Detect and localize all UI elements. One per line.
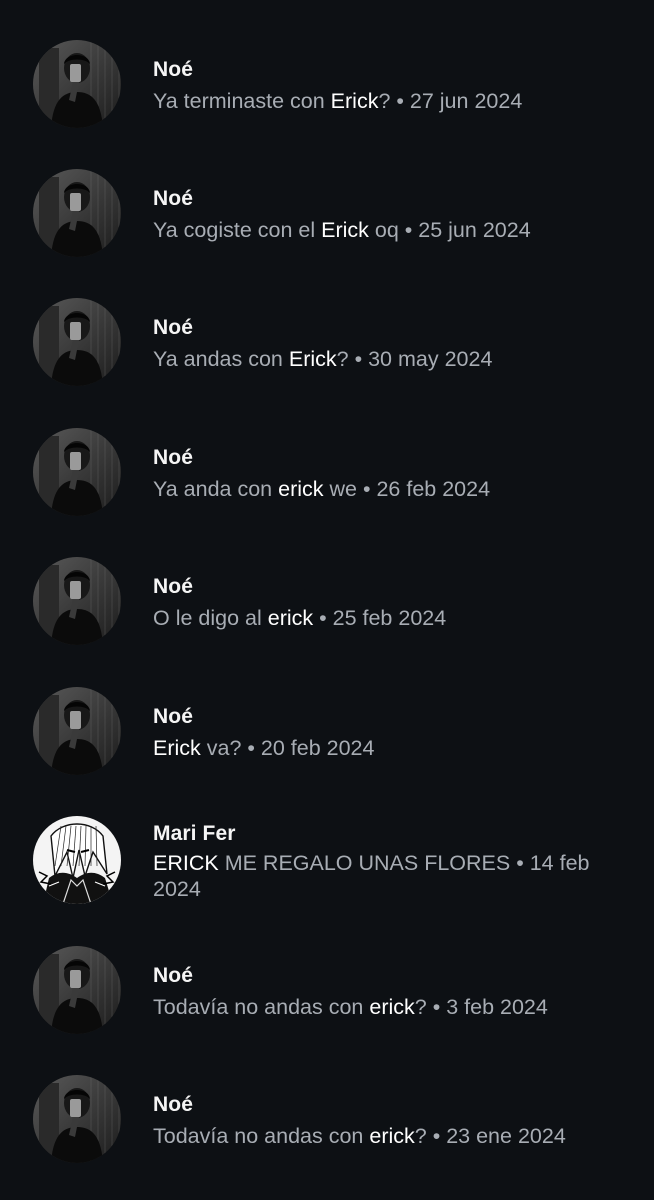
username[interactable]: Mari Fer (153, 822, 633, 846)
snippet-before: Ya andas con (153, 347, 289, 371)
result-text: Noé Todavía no andas con erick? • 3 feb 2… (153, 964, 633, 1020)
message-snippet: Ya anda con erick we • 26 feb 2024 (153, 476, 633, 502)
search-keyword-highlight: Erick (153, 736, 201, 760)
snippet-after: ? (336, 347, 349, 371)
username[interactable]: Noé (153, 446, 633, 470)
message-date: • 20 feb 2024 (241, 736, 375, 760)
snippet-before: Todavía no andas con (153, 1124, 370, 1148)
search-result-item[interactable]: Noé Ya andas con Erick? • 30 may 2024 (0, 298, 654, 408)
username[interactable]: Noé (153, 187, 633, 211)
message-date: • 3 feb 2024 (426, 995, 548, 1019)
avatar[interactable] (33, 816, 121, 904)
message-date: • 23 ene 2024 (426, 1124, 566, 1148)
search-keyword-highlight: ERICK (153, 851, 219, 875)
username[interactable]: Noé (153, 575, 633, 599)
result-text: Noé Erick va? • 20 feb 2024 (153, 705, 633, 761)
search-result-item[interactable]: Noé Ya cogiste con el Erick oq • 25 jun 2… (0, 169, 654, 279)
search-keyword-highlight: erick (369, 1124, 415, 1148)
snippet-before: Todavía no andas con (153, 995, 370, 1019)
search-keyword-highlight: erick (369, 995, 415, 1019)
snippet-after: ME REGALO UNAS FLORES (218, 851, 511, 875)
username[interactable]: Noé (153, 1093, 633, 1117)
username[interactable]: Noé (153, 58, 633, 82)
snippet-before: Ya cogiste con el (153, 218, 322, 242)
avatar[interactable] (33, 687, 121, 775)
result-text: Noé Ya andas con Erick? • 30 may 2024 (153, 316, 633, 372)
avatar[interactable] (33, 946, 121, 1034)
snippet-after: we (323, 477, 358, 501)
search-result-item[interactable]: Noé Ya anda con erick we • 26 feb 2024 (0, 428, 654, 538)
search-result-item[interactable]: Noé O le digo al erick • 25 feb 2024 (0, 557, 654, 667)
message-snippet: Todavía no andas con erick? • 23 ene 202… (153, 1123, 633, 1149)
message-snippet: Ya terminaste con Erick? • 27 jun 2024 (153, 88, 633, 114)
search-result-item[interactable]: Mari Fer ERICK ME REGALO UNAS FLORES • 14… (0, 816, 654, 926)
message-snippet: ERICK ME REGALO UNAS FLORES • 14 feb 202… (153, 850, 633, 902)
avatar[interactable] (33, 557, 121, 645)
result-text: Noé Ya terminaste con Erick? • 27 jun 202… (153, 58, 633, 114)
snippet-after: va? (200, 736, 242, 760)
message-date: • 25 feb 2024 (313, 606, 447, 630)
search-keyword-highlight: Erick (288, 347, 337, 371)
username[interactable]: Noé (153, 316, 633, 340)
message-snippet: O le digo al erick • 25 feb 2024 (153, 605, 633, 631)
search-keyword-highlight: Erick (330, 89, 379, 113)
search-keyword-highlight: erick (267, 606, 314, 630)
result-text: Mari Fer ERICK ME REGALO UNAS FLORES • 14… (153, 822, 633, 902)
message-date: • 26 feb 2024 (357, 477, 491, 501)
result-text: Noé O le digo al erick • 25 feb 2024 (153, 575, 633, 631)
search-result-item[interactable]: Noé Erick va? • 20 feb 2024 (0, 687, 654, 797)
message-snippet: Todavía no andas con erick? • 3 feb 2024 (153, 994, 633, 1020)
snippet-after: ? (414, 995, 427, 1019)
snippet-before: Ya terminaste con (153, 89, 331, 113)
snippet-after: ? (414, 1124, 427, 1148)
result-text: Noé Todavía no andas con erick? • 23 ene … (153, 1093, 633, 1149)
snippet-before: O le digo al (153, 606, 268, 630)
search-result-item[interactable]: Noé Todavía no andas con erick? • 23 ene … (0, 1075, 654, 1185)
avatar[interactable] (33, 169, 121, 257)
message-snippet: Ya cogiste con el Erick oq • 25 jun 2024 (153, 217, 633, 243)
message-snippet: Erick va? • 20 feb 2024 (153, 735, 633, 761)
message-snippet: Ya andas con Erick? • 30 may 2024 (153, 346, 633, 372)
message-date: • 30 may 2024 (348, 347, 493, 371)
username[interactable]: Noé (153, 964, 633, 988)
snippet-after: ? (378, 89, 391, 113)
username[interactable]: Noé (153, 705, 633, 729)
snippet-before: Ya anda con (153, 477, 279, 501)
snippet-after: oq (368, 218, 399, 242)
result-text: Noé Ya anda con erick we • 26 feb 2024 (153, 446, 633, 502)
avatar[interactable] (33, 428, 121, 516)
avatar[interactable] (33, 1075, 121, 1163)
message-date: • 27 jun 2024 (390, 89, 523, 113)
result-text: Noé Ya cogiste con el Erick oq • 25 jun 2… (153, 187, 633, 243)
avatar[interactable] (33, 40, 121, 128)
message-date: • 25 jun 2024 (398, 218, 531, 242)
search-result-item[interactable]: Noé Ya terminaste con Erick? • 27 jun 202… (0, 40, 654, 150)
avatar[interactable] (33, 298, 121, 386)
search-keyword-highlight: Erick (321, 218, 369, 242)
search-keyword-highlight: erick (278, 477, 324, 501)
search-result-item[interactable]: Noé Todavía no andas con erick? • 3 feb 2… (0, 946, 654, 1056)
search-results-list: Noé Ya terminaste con Erick? • 27 jun 202… (0, 0, 654, 1200)
